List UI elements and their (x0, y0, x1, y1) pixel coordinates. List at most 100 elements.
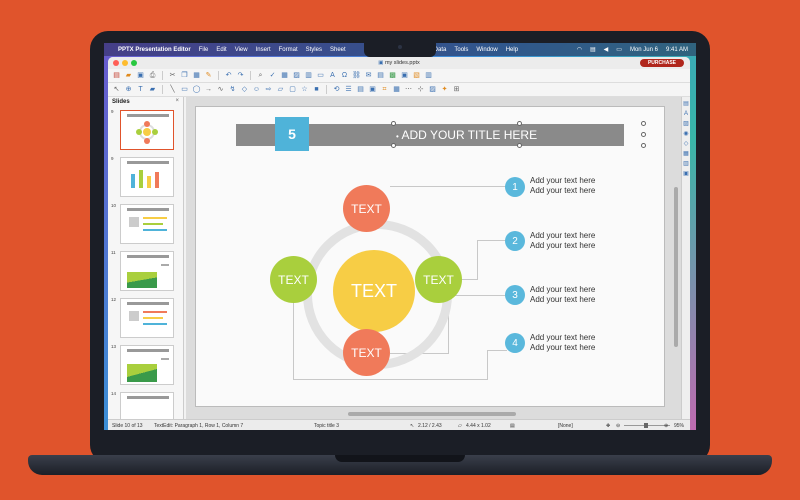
battery-icon[interactable]: ▭ (616, 46, 622, 53)
slide-thumbnail-row[interactable]: 9 (108, 107, 183, 154)
menu-file[interactable]: File (199, 47, 209, 53)
item-number-badge[interactable]: 4 (505, 333, 525, 353)
gallery-icon[interactable]: ▨ (683, 121, 689, 127)
connector-icon[interactable]: ↯ (228, 85, 237, 94)
flowchart-icon[interactable]: ▱ (276, 85, 285, 94)
rotate-icon[interactable]: ⟲ (332, 85, 341, 94)
slide-thumbnail[interactable] (120, 110, 174, 150)
animation-icon[interactable]: ▦ (683, 151, 689, 157)
filter-icon[interactable]: ▦ (392, 85, 401, 94)
left-circle[interactable]: TEXT (270, 256, 317, 303)
textbox-icon[interactable]: ▭ (316, 71, 325, 80)
fontwork-icon[interactable]: A (328, 71, 337, 80)
table-icon[interactable]: ▦ (280, 71, 289, 80)
horizontal-scrollbar[interactable] (348, 412, 516, 416)
header-icon[interactable]: ▤ (376, 71, 385, 80)
select-icon[interactable]: ↖ (112, 85, 121, 94)
item-text[interactable]: Add your text here Add your text here (530, 231, 595, 251)
zoom-out-icon[interactable]: ⊖ (616, 423, 620, 429)
shadow-icon[interactable]: ▣ (368, 85, 377, 94)
volume-icon[interactable]: ◀ (604, 46, 609, 53)
menu-app-name[interactable]: PPTX Presentation Editor (118, 47, 191, 53)
close-panel-icon[interactable]: × (175, 98, 179, 104)
menu-window[interactable]: Window (476, 47, 497, 53)
callout-icon[interactable]: ▢ (288, 85, 297, 94)
slide-thumbnail-row[interactable]: 14 (108, 389, 183, 419)
print-icon[interactable]: ⎙ (148, 71, 157, 80)
resize-handle[interactable] (517, 121, 522, 126)
copy-icon[interactable]: ❐ (180, 71, 189, 80)
slide-thumbnail-row[interactable]: 9 (108, 154, 183, 201)
clone-format-icon[interactable]: ✎ (204, 71, 213, 80)
purchase-button[interactable]: PURCHASE (639, 59, 684, 67)
menu-sheet[interactable]: Sheet (330, 47, 346, 53)
crop-icon[interactable]: ⌗ (380, 85, 389, 94)
bottom-circle[interactable]: TEXT (343, 329, 390, 376)
3d-objects-icon[interactable]: ■ (312, 85, 321, 94)
item-number-badge[interactable]: 2 (505, 231, 525, 251)
zoom-fit-icon[interactable]: ✥ (606, 423, 610, 429)
slide-canvas[interactable]: • ADD YOUR TITLE HERE 5 TEXT TEXT TEXT T… (186, 97, 682, 419)
resize-handle[interactable] (641, 121, 646, 126)
toggle-extrusion-icon[interactable]: ▨ (428, 85, 437, 94)
new-document-icon[interactable]: ▤ (112, 71, 121, 80)
text-icon[interactable]: T (136, 85, 145, 94)
resize-handle[interactable] (391, 143, 396, 148)
resize-handle[interactable] (641, 143, 646, 148)
slide-thumbnail[interactable] (120, 345, 174, 385)
more-icon[interactable]: ⊞ (452, 85, 461, 94)
image-icon[interactable]: ▨ (292, 71, 301, 80)
master-slide-icon[interactable]: ▧ (412, 71, 421, 80)
find-icon[interactable]: ⌕ (256, 71, 265, 80)
basic-shapes-icon[interactable]: ◇ (240, 85, 249, 94)
undo-icon[interactable]: ↶ (224, 71, 233, 80)
right-circle[interactable]: TEXT (415, 256, 462, 303)
item-number-badge[interactable]: 3 (505, 285, 525, 305)
slide-thumbnail-row[interactable]: 12 (108, 295, 183, 342)
glue-points-icon[interactable]: ⊹ (416, 85, 425, 94)
rectangle-icon[interactable]: ▭ (180, 85, 189, 94)
item-number-badge[interactable]: 1 (505, 177, 525, 197)
ellipse-icon[interactable]: ◯ (192, 85, 201, 94)
arrow-line-icon[interactable]: → (204, 85, 213, 94)
control-center-icon[interactable]: ▤ (590, 46, 596, 53)
slide-thumbnail[interactable] (120, 298, 174, 338)
vertical-scrollbar[interactable] (674, 187, 678, 347)
symbol-shapes-icon[interactable]: ☺ (252, 85, 261, 94)
slide-thumbnail-row[interactable]: 11 (108, 248, 183, 295)
slide-icon[interactable]: ▩ (388, 71, 397, 80)
slide-number-box[interactable]: 5 (275, 117, 309, 151)
new-slide-icon[interactable]: ▣ (400, 71, 409, 80)
redo-icon[interactable]: ↷ (236, 71, 245, 80)
slide[interactable]: • ADD YOUR TITLE HERE 5 TEXT TEXT TEXT T… (195, 106, 665, 407)
menu-insert[interactable]: Insert (256, 47, 271, 53)
resize-handle[interactable] (517, 143, 522, 148)
interaction-icon[interactable]: ✦ (440, 85, 449, 94)
spellcheck-icon[interactable]: ✓ (268, 71, 277, 80)
status-zoom[interactable]: 95% (674, 423, 684, 429)
zoom-icon[interactable]: ⊕ (124, 85, 133, 94)
menu-view[interactable]: View (235, 47, 248, 53)
display-views-icon[interactable]: ▥ (424, 71, 433, 80)
menu-edit[interactable]: Edit (216, 47, 226, 53)
navigator-icon[interactable]: ◉ (683, 131, 689, 137)
block-arrows-icon[interactable]: ⇨ (264, 85, 273, 94)
menu-format[interactable]: Format (279, 47, 298, 53)
transition-icon[interactable]: ▥ (683, 161, 689, 167)
zoom-in-icon[interactable]: ⊕ (664, 423, 668, 429)
item-text[interactable]: Add your text here Add your text here (530, 285, 595, 305)
open-folder-icon[interactable]: ▰ (124, 71, 133, 80)
chart-icon[interactable]: ▥ (304, 71, 313, 80)
curve-icon[interactable]: ∿ (216, 85, 225, 94)
shapes-icon[interactable]: ◇ (683, 141, 689, 147)
slide-thumbnail[interactable] (120, 204, 174, 244)
menu-styles[interactable]: Styles (306, 47, 322, 53)
paste-icon[interactable]: ▦ (192, 71, 201, 80)
menu-help[interactable]: Help (506, 47, 518, 53)
center-circle[interactable]: TEXT (333, 250, 415, 332)
save-icon[interactable]: ▣ (136, 71, 145, 80)
line-icon[interactable]: ╲ (168, 85, 177, 94)
top-circle[interactable]: TEXT (343, 185, 390, 232)
styles-icon[interactable]: A (683, 111, 689, 117)
slide-thumbnail-row[interactable]: 10 (108, 201, 183, 248)
